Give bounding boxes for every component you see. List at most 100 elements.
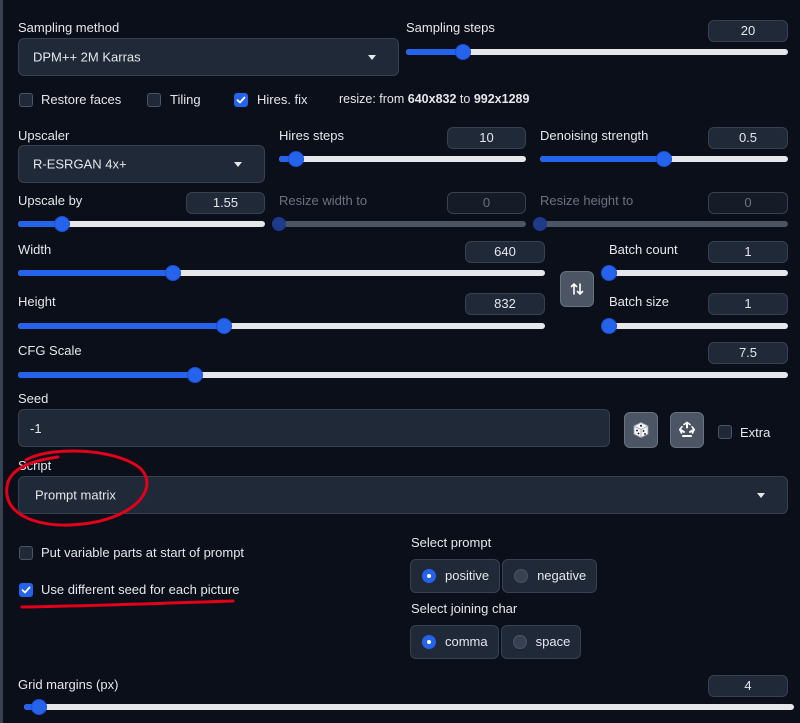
slider-thumb[interactable]	[602, 266, 616, 280]
hires-steps-label: Hires steps	[279, 128, 345, 143]
batch-count-slider[interactable]	[602, 266, 788, 280]
script-label: Script	[18, 458, 52, 473]
denoising-strength-slider[interactable]	[540, 152, 788, 166]
upscale-by-input[interactable]: 1.55	[186, 192, 265, 214]
swap-dimensions-button[interactable]	[560, 271, 594, 307]
chevron-down-icon	[234, 162, 242, 167]
width-slider[interactable]	[18, 266, 545, 280]
slider-thumb[interactable]	[55, 217, 70, 231]
script-value: Prompt matrix	[35, 487, 116, 503]
seed-label: Seed	[18, 391, 49, 406]
resize-to: 992x1289	[473, 92, 530, 106]
restore-faces-checkbox[interactable]	[19, 93, 33, 107]
annotation-underline-seed	[20, 599, 235, 609]
slider-thumb[interactable]	[272, 217, 286, 231]
sampling-steps-input[interactable]: 20	[708, 20, 788, 42]
upscaler-dropdown[interactable]: R-ESRGAN 4x+	[18, 145, 265, 183]
tiling-label: Tiling	[170, 92, 201, 107]
resize-width-input[interactable]: 0	[447, 192, 526, 214]
radio-negative-label: negative	[537, 568, 587, 583]
upscaler-value: R-ESRGAN 4x+	[33, 156, 127, 172]
batch-count-input[interactable]: 1	[708, 241, 788, 263]
different-seed-label: Use different seed for each picture	[41, 582, 240, 597]
slider-thumb[interactable]	[188, 368, 203, 382]
resize-to-word: to	[456, 92, 474, 106]
radio-negative[interactable]: negative	[502, 559, 598, 593]
script-dropdown[interactable]: Prompt matrix	[18, 476, 788, 514]
radio-positive[interactable]: positive	[410, 559, 501, 593]
cfg-scale-input[interactable]: 7.5	[708, 342, 788, 364]
hires-steps-input[interactable]: 10	[447, 127, 526, 149]
slider-thumb[interactable]	[657, 152, 671, 166]
denoising-strength-input[interactable]: 0.5	[708, 127, 788, 149]
upscale-by-label: Upscale by	[18, 193, 83, 208]
grid-margins-slider[interactable]	[24, 700, 794, 714]
resize-height-label: Resize height to	[540, 193, 634, 208]
radio-space-label: space	[535, 634, 571, 649]
swap-vertical-icon	[570, 283, 584, 295]
width-input[interactable]: 640	[465, 241, 545, 263]
check-icon	[21, 586, 31, 594]
hires-steps-slider[interactable]	[279, 152, 526, 166]
resize-width-slider[interactable]	[272, 217, 526, 231]
upscale-by-slider[interactable]	[18, 217, 265, 231]
random-seed-button[interactable]	[624, 412, 658, 448]
batch-size-label: Batch size	[609, 294, 669, 309]
denoising-strength-label: Denoising strength	[540, 128, 649, 143]
select-prompt-label: Select prompt	[411, 535, 492, 550]
sampling-steps-label: Sampling steps	[406, 20, 495, 35]
width-label: Width	[18, 242, 52, 257]
hires-fix-checkbox[interactable]	[234, 93, 248, 107]
hires-fix-label: Hires. fix	[257, 92, 308, 107]
batch-size-slider[interactable]	[602, 319, 788, 333]
select-joining-radio-group: comma space	[410, 625, 582, 659]
radio-dot	[422, 569, 436, 583]
slider-thumb[interactable]	[166, 266, 181, 280]
select-prompt-radio-group: positive negative	[410, 559, 598, 593]
height-label: Height	[18, 294, 56, 309]
chevron-down-icon	[368, 55, 376, 60]
radio-positive-label: positive	[445, 568, 490, 583]
red-annotations	[5, 449, 235, 609]
radio-dot	[512, 635, 527, 649]
left-divider	[0, 0, 3, 723]
tiling-checkbox[interactable]	[147, 93, 161, 107]
sampling-steps-slider[interactable]	[406, 45, 788, 59]
batch-count-label: Batch count	[609, 242, 678, 257]
resize-height-input[interactable]: 0	[708, 192, 788, 214]
slider-thumb[interactable]	[32, 700, 47, 714]
radio-space[interactable]: space	[500, 625, 582, 659]
resize-width-label: Resize width to	[279, 193, 368, 208]
cfg-scale-label: CFG Scale	[18, 343, 82, 358]
reuse-seed-button[interactable]	[670, 412, 704, 448]
different-seed-checkbox[interactable]	[19, 583, 33, 597]
extra-seed-label: Extra	[740, 425, 771, 440]
sampling-method-dropdown[interactable]: DPM++ 2M Karras	[18, 38, 399, 76]
chevron-down-icon	[757, 493, 765, 498]
radio-dot	[514, 569, 529, 583]
select-joining-label: Select joining char	[411, 601, 518, 616]
extra-seed-checkbox[interactable]	[718, 425, 732, 439]
recycle-icon	[678, 421, 696, 437]
sampling-method-value: DPM++ 2M Karras	[33, 49, 141, 65]
check-icon	[236, 96, 246, 104]
sampling-method-label: Sampling method	[18, 20, 120, 35]
resize-info: resize: from 640x832 to 992x1289	[339, 92, 529, 106]
slider-thumb[interactable]	[456, 45, 471, 59]
cfg-scale-slider[interactable]	[18, 368, 788, 382]
grid-margins-input[interactable]: 4	[708, 675, 788, 697]
height-slider[interactable]	[18, 319, 545, 333]
resize-height-slider[interactable]	[533, 217, 788, 231]
height-input[interactable]: 832	[465, 293, 545, 315]
slider-thumb[interactable]	[216, 319, 231, 333]
batch-size-input[interactable]: 1	[708, 293, 788, 315]
slider-thumb[interactable]	[533, 217, 547, 231]
radio-comma-label: comma	[445, 634, 488, 649]
variable-parts-checkbox[interactable]	[19, 546, 33, 560]
seed-input[interactable]: -1	[18, 409, 610, 447]
radio-comma[interactable]: comma	[410, 625, 499, 659]
slider-thumb[interactable]	[289, 152, 304, 166]
radio-dot	[422, 635, 436, 649]
resize-prefix: resize: from	[339, 92, 408, 106]
slider-thumb[interactable]	[602, 319, 616, 333]
